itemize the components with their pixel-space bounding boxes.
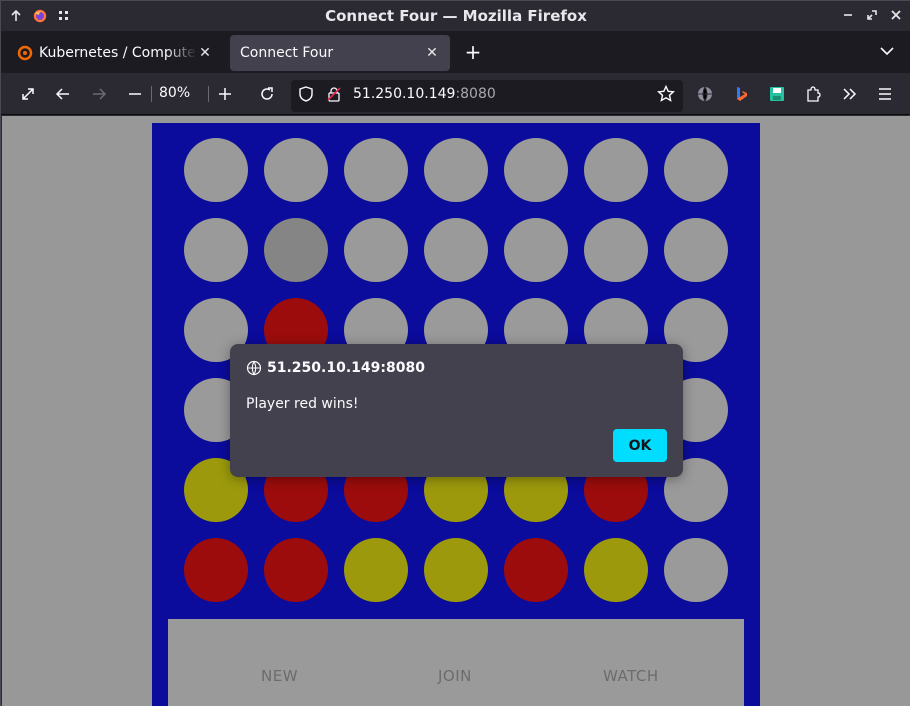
zoom-level[interactable]: 80% [159, 85, 190, 101]
tab-label: Kubernetes / Compute Resources [39, 45, 197, 61]
board-cell-yellow[interactable] [584, 538, 648, 602]
bing-extension-icon[interactable] [731, 84, 751, 104]
ok-button[interactable]: OK [613, 429, 667, 462]
globe-extension-icon[interactable] [695, 84, 715, 104]
url-port: :8080 [455, 86, 496, 102]
close-window-icon[interactable] [889, 6, 903, 24]
board-cell-empty[interactable] [424, 218, 488, 282]
new-tab-button[interactable]: + [461, 41, 485, 65]
overflow-menu-icon[interactable] [839, 84, 859, 104]
board-cell-empty[interactable] [664, 138, 728, 202]
board-cell-empty[interactable] [184, 218, 248, 282]
window-title: Connect Four — Mozilla Firefox [325, 7, 587, 25]
join-game-button[interactable]: JOIN [438, 667, 472, 685]
board-cell-hover[interactable] [264, 218, 328, 282]
hamburger-menu-icon[interactable] [875, 84, 895, 104]
firefox-window: Connect Four — Mozilla Firefox Kubernete… [0, 0, 910, 706]
tab-connect-four[interactable]: Connect Four ✕ [230, 35, 450, 71]
board-cell-empty[interactable] [504, 218, 568, 282]
board-cell-empty[interactable] [264, 138, 328, 202]
board-cell-empty[interactable] [664, 218, 728, 282]
bookmark-star-icon[interactable] [656, 84, 676, 104]
save-extension-icon[interactable] [767, 84, 787, 104]
back-icon[interactable] [53, 84, 73, 104]
dialog-origin: 51.250.10.149:8080 [246, 360, 425, 376]
board-cell-red[interactable] [504, 538, 568, 602]
reload-icon[interactable] [257, 84, 277, 104]
close-tab-icon[interactable]: ✕ [197, 45, 213, 61]
dialog-origin-text: 51.250.10.149:8080 [267, 360, 425, 376]
zoom-separator [208, 86, 209, 102]
board-cell-empty[interactable] [584, 218, 648, 282]
board-cell-red[interactable] [264, 538, 328, 602]
zoom-separator [151, 86, 152, 102]
tab-label: Connect Four [240, 45, 334, 61]
zoom-in-icon[interactable] [215, 84, 235, 104]
insecure-lock-icon[interactable] [324, 84, 344, 104]
url-host: 51.250.10.149 [353, 86, 456, 102]
tracking-protection-icon[interactable] [296, 84, 316, 104]
watch-game-button[interactable]: WATCH [603, 667, 659, 685]
board-cell-empty[interactable] [504, 138, 568, 202]
forward-icon[interactable] [89, 84, 109, 104]
fullscreen-icon[interactable] [18, 84, 38, 104]
board-cell-empty[interactable] [344, 138, 408, 202]
board-cell-empty[interactable] [344, 218, 408, 282]
tab-kubernetes[interactable]: Kubernetes / Compute Resources ✕ [7, 35, 223, 71]
url-text[interactable]: 51.250.10.149:8080 [353, 86, 496, 102]
board-cell-red[interactable] [184, 538, 248, 602]
globe-icon [246, 360, 262, 376]
board-cell-yellow[interactable] [424, 538, 488, 602]
zoom-out-icon[interactable] [125, 84, 145, 104]
minimize-icon[interactable] [841, 6, 855, 24]
dialog-message: Player red wins! [246, 396, 359, 412]
new-game-button[interactable]: NEW [261, 667, 298, 685]
board-cell-empty[interactable] [184, 138, 248, 202]
list-all-tabs-icon[interactable] [879, 43, 899, 63]
board-cell-empty[interactable] [424, 138, 488, 202]
alert-dialog: 51.250.10.149:8080 Player red wins! OK [230, 344, 683, 477]
tab-strip: Kubernetes / Compute Resources ✕ Connect… [1, 31, 910, 73]
board-cell-empty[interactable] [584, 138, 648, 202]
title-bar: Connect Four — Mozilla Firefox [1, 1, 910, 31]
grafana-icon [17, 45, 33, 61]
board-cell-yellow[interactable] [344, 538, 408, 602]
restore-icon[interactable] [865, 6, 879, 24]
close-tab-icon[interactable]: ✕ [424, 45, 440, 61]
extensions-puzzle-icon[interactable] [803, 84, 823, 104]
board-cell-empty[interactable] [664, 538, 728, 602]
game-controls: NEW JOIN WATCH [168, 619, 744, 706]
